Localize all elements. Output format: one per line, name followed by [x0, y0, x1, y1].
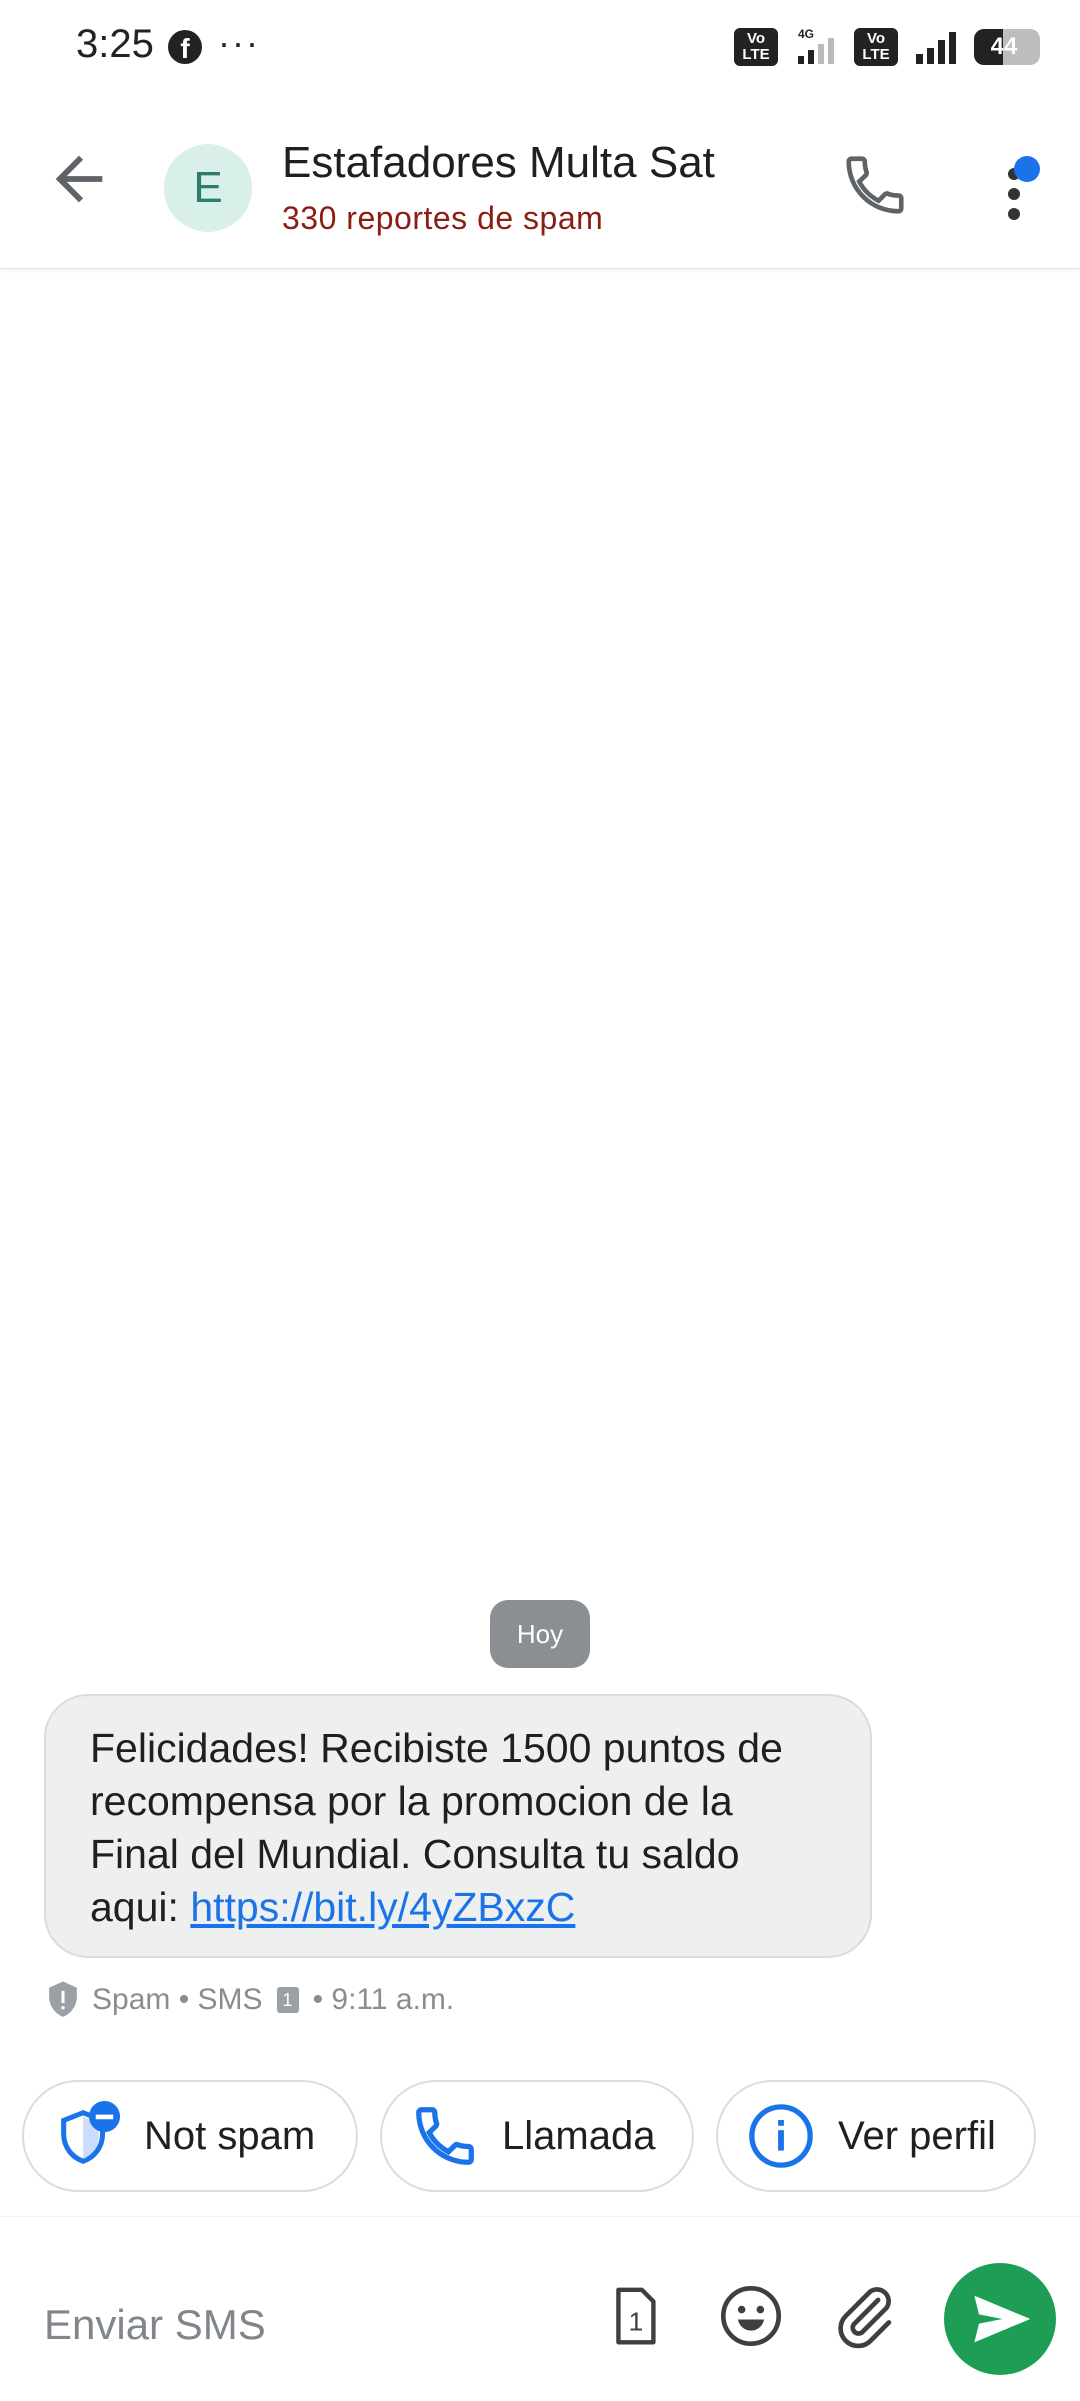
- avatar[interactable]: E: [164, 144, 252, 232]
- emoji-icon[interactable]: [716, 2281, 786, 2351]
- status-time: 3:25: [76, 22, 154, 66]
- phone-icon[interactable]: [840, 150, 910, 220]
- date-divider: Hoy: [490, 1600, 590, 1668]
- message-time: • 9:11 a.m.: [312, 1983, 455, 2016]
- send-icon: [974, 2295, 1031, 2343]
- facebook-icon: f: [168, 30, 202, 64]
- message-link[interactable]: https://bit.ly/4yZBxzC: [190, 1884, 575, 1930]
- spam-shield-icon: [49, 1981, 77, 2017]
- view-profile-button[interactable]: Ver perfil: [716, 2080, 1036, 2192]
- not-spam-label: Not spam: [144, 2113, 316, 2158]
- sim-icon: 1: [276, 1987, 299, 2013]
- volte-icon: Vo LTE: [854, 28, 898, 66]
- notification-badge: [1014, 156, 1040, 182]
- sim-select-icon[interactable]: 1: [598, 2281, 668, 2351]
- volte-icon: Vo LTE: [734, 28, 778, 66]
- call-label: Llamada: [502, 2113, 656, 2158]
- message-bubble[interactable]: Felicidades! Recibiste 1500 puntos de re…: [44, 1694, 872, 1958]
- more-notifications-icon: ···: [218, 22, 260, 63]
- spam-report-count: 330 reportes de spam: [282, 200, 604, 236]
- status-icons: Vo LTE 4G Vo LTE 44: [734, 26, 1040, 68]
- signal-4g-icon: 4G: [798, 27, 834, 64]
- message-input[interactable]: Enviar SMS: [44, 2301, 266, 2349]
- message-composer: Enviar SMS 1: [0, 2216, 1080, 2401]
- message-meta: Spam • SMS 1 • 9:11 a.m.: [44, 1980, 454, 2020]
- conversation-header: E Estafadores Multa Sat 330 reportes de …: [0, 96, 1080, 269]
- call-button[interactable]: Llamada: [380, 2080, 694, 2192]
- contact-name[interactable]: Estafadores Multa Sat: [282, 138, 715, 188]
- svg-text:4G: 4G: [798, 27, 814, 41]
- status-bar: 3:25 f ··· Vo LTE 4G Vo LTE 44: [0, 0, 1080, 96]
- battery-level: 44: [990, 33, 1018, 60]
- shield-minus-icon: [61, 2101, 121, 2164]
- send-button[interactable]: [944, 2263, 1056, 2375]
- back-arrow-icon[interactable]: [44, 144, 114, 214]
- attach-icon[interactable]: [830, 2281, 900, 2351]
- signal-icon: [916, 32, 956, 64]
- phone-icon: [416, 2107, 474, 2165]
- info-icon: [749, 2104, 813, 2168]
- svg-text:1: 1: [629, 2307, 644, 2337]
- message-status: Spam • SMS: [92, 1983, 263, 2016]
- view-profile-label: Ver perfil: [838, 2113, 996, 2158]
- overflow-menu-icon[interactable]: [990, 150, 1040, 220]
- battery-icon: 44: [974, 29, 1040, 65]
- not-spam-button[interactable]: Not spam: [22, 2080, 358, 2192]
